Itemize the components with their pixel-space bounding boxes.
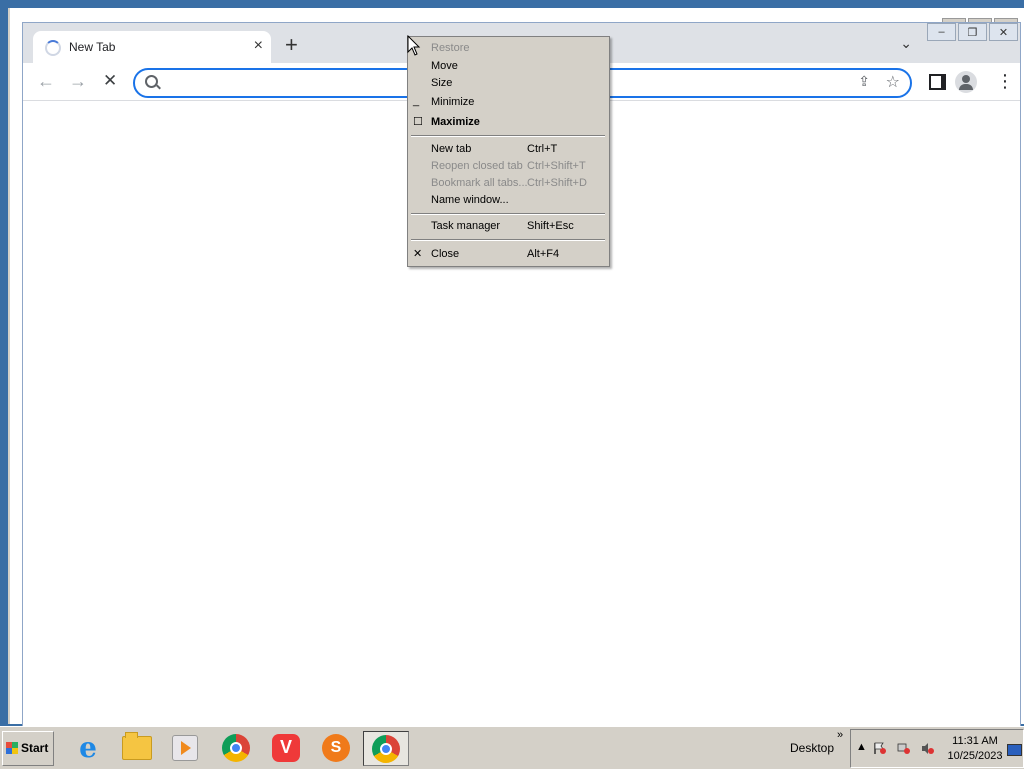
profile-avatar-icon[interactable]	[955, 71, 977, 93]
kebab-menu-icon[interactable]: ⋮	[996, 71, 1014, 91]
tab-title: New Tab	[69, 40, 116, 54]
menu-item-label: New tab	[431, 143, 472, 155]
taskbar-media-player[interactable]	[163, 731, 207, 764]
menu-item-label: Move	[431, 60, 458, 72]
mouse-cursor-icon	[407, 35, 421, 56]
new-tab-button[interactable]: +	[285, 33, 298, 57]
taskbar-chrome-active[interactable]	[363, 731, 409, 766]
menu-item-label: Bookmark all tabs...	[431, 177, 528, 189]
menu-item-reopen-closed-tab[interactable]: Reopen closed tab Ctrl+Shift+T	[408, 158, 609, 175]
sublime-icon: S	[322, 733, 350, 762]
loading-spinner-icon	[45, 40, 61, 56]
tab-close-icon[interactable]: ×	[254, 37, 263, 55]
system-tray: ▲ 11:31 AM 10/25/2023	[850, 729, 1024, 768]
window-context-menu: Restore Move Size _ Minimize ☐ Maximize …	[407, 36, 610, 267]
menu-item-shortcut: Ctrl+Shift+T	[527, 160, 586, 172]
menu-item-name-window[interactable]: Name window...	[408, 192, 609, 209]
close-window-button[interactable]: ✕	[989, 23, 1018, 41]
menu-item-label: Restore	[431, 42, 470, 54]
menu-item-label: Name window...	[431, 194, 509, 206]
menu-separator	[411, 135, 605, 137]
taskbar-file-explorer[interactable]	[115, 731, 159, 764]
menu-item-label: Maximize	[431, 116, 480, 128]
close-icon: ✕	[413, 248, 423, 260]
menu-item-label: Reopen closed tab	[431, 160, 523, 172]
maximize-icon: ☐	[413, 116, 423, 128]
tab-search-chevron-icon[interactable]: ⌄	[900, 35, 912, 52]
menu-item-label: Close	[431, 248, 460, 260]
minimize-button[interactable]: –	[927, 23, 956, 41]
menu-item-restore[interactable]: Restore	[408, 40, 609, 57]
tray-expand-icon[interactable]: ▲	[856, 741, 867, 753]
menu-item-label: Minimize	[431, 96, 475, 108]
volume-muted-icon[interactable]	[921, 742, 935, 755]
menu-separator	[411, 213, 605, 215]
chrome-icon	[372, 734, 400, 763]
bookmark-star-icon[interactable]: ☆	[886, 72, 900, 92]
internet-explorer-icon: e	[79, 731, 97, 764]
menu-item-new-tab[interactable]: New tab Ctrl+T	[408, 141, 609, 158]
start-button[interactable]: Start	[2, 731, 54, 766]
taskbar-sublime[interactable]: S	[314, 731, 358, 764]
menu-item-bookmark-all-tabs[interactable]: Bookmark all tabs... Ctrl+Shift+D	[408, 175, 609, 192]
menu-separator	[411, 239, 605, 241]
menu-item-shortcut: Alt+F4	[527, 248, 560, 260]
taskbar-chrome[interactable]	[214, 731, 258, 764]
media-player-icon	[172, 734, 198, 761]
forward-arrow-icon[interactable]: →	[69, 71, 87, 91]
menu-item-shortcut: Ctrl+T	[527, 143, 558, 155]
menu-item-maximize[interactable]: ☐ Maximize	[408, 114, 609, 131]
menu-item-task-manager[interactable]: Task manager Shift+Esc	[408, 218, 609, 235]
clock[interactable]: 11:31 AM 10/25/2023	[945, 734, 1005, 764]
chevron-icon[interactable]: »	[837, 729, 843, 741]
taskbar: Start e V S Desktop » ▲ 11:31 AM 10/25/2…	[0, 726, 1024, 769]
menu-item-label: Task manager	[431, 220, 501, 232]
window-buttons: – ❐ ✕	[927, 23, 1018, 41]
taskbar-vivaldi[interactable]: V	[264, 731, 308, 764]
side-panel-icon[interactable]	[929, 74, 946, 90]
share-icon[interactable]: ⇪	[858, 73, 870, 90]
menu-item-size[interactable]: Size	[408, 75, 609, 92]
taskbar-internet-explorer[interactable]: e	[66, 731, 110, 764]
show-desktop-icon[interactable]	[1007, 744, 1022, 756]
minimize-icon: _	[413, 95, 420, 107]
start-label: Start	[21, 741, 49, 755]
chrome-icon	[222, 733, 250, 762]
menu-item-shortcut: Shift+Esc	[527, 220, 574, 232]
menu-item-label: Size	[431, 77, 453, 89]
tab-new-tab[interactable]: New Tab ×	[33, 31, 271, 63]
menu-item-close[interactable]: ✕ Close Alt+F4	[408, 246, 609, 263]
desktop-toolbar-label[interactable]: Desktop	[790, 741, 834, 755]
menu-item-shortcut: Ctrl+Shift+D	[527, 177, 587, 189]
action-center-flag-icon[interactable]	[873, 742, 887, 755]
clock-time: 11:31 AM	[952, 735, 998, 747]
maximize-button[interactable]: ❐	[958, 23, 987, 41]
clock-date: 10/25/2023	[947, 750, 1003, 762]
vivaldi-icon: V	[272, 733, 300, 762]
stop-loading-icon[interactable]: ✕	[103, 71, 117, 91]
windows-flag-icon	[6, 742, 18, 754]
back-arrow-icon[interactable]: ←	[37, 71, 55, 91]
network-icon[interactable]	[897, 742, 911, 755]
folder-icon	[122, 731, 152, 760]
menu-item-move[interactable]: Move	[408, 58, 609, 75]
search-icon	[145, 75, 158, 88]
menu-item-minimize[interactable]: _ Minimize	[408, 94, 609, 111]
